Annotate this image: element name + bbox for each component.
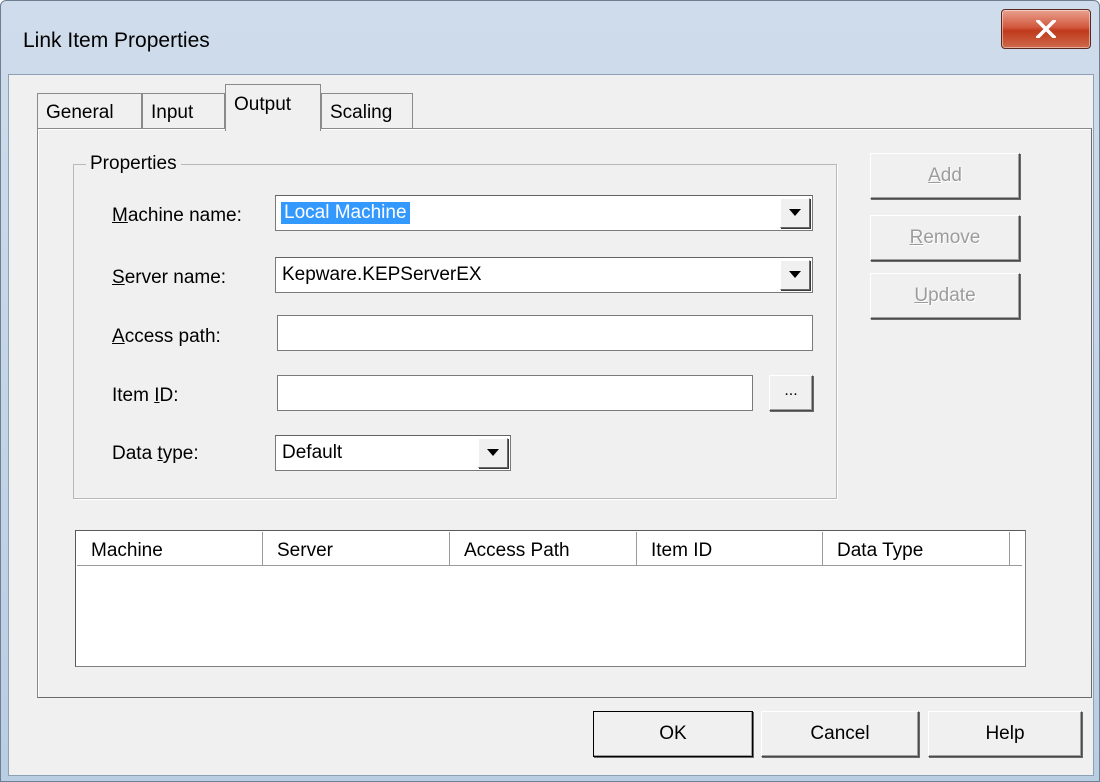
chevron-down-icon <box>789 271 801 278</box>
machine-name-value: Local Machine <box>281 202 410 224</box>
machine-name-label: Machine name: <box>112 205 242 227</box>
data-type-label-pre: Data <box>112 443 158 464</box>
item-id-browse-button[interactable]: ... <box>769 375 813 411</box>
column-data-type-label: Data Type <box>837 540 924 561</box>
access-path-input[interactable] <box>277 315 813 351</box>
tab-output-label: Output <box>234 94 292 115</box>
help-label: Help <box>985 723 1025 744</box>
item-id-label-rest: D: <box>159 385 179 406</box>
access-path-label: Access path: <box>112 326 221 348</box>
column-header-item-id[interactable]: Item ID <box>637 532 823 566</box>
server-name-value: Kepware.KEPServerEX <box>282 264 482 285</box>
column-access-path-label: Access Path <box>464 540 570 561</box>
access-path-label-rest: ccess path: <box>124 326 221 347</box>
machine-name-combo[interactable]: Local Machine <box>275 195 813 231</box>
item-id-label: Item ID: <box>112 385 179 407</box>
server-name-label: Server name: <box>112 267 226 289</box>
data-type-dropdown-button[interactable] <box>478 438 508 468</box>
tab-general[interactable]: General <box>37 93 142 129</box>
column-header-filler <box>1010 532 1022 566</box>
tab-input-label: Input <box>151 102 194 123</box>
chevron-down-icon <box>789 209 801 216</box>
item-id-browse-label: ... <box>784 382 798 400</box>
data-type-value: Default <box>282 442 343 463</box>
remove-button[interactable]: Remove <box>870 215 1020 261</box>
chevron-down-icon <box>487 449 499 456</box>
cancel-button[interactable]: Cancel <box>761 711 919 757</box>
cancel-label: Cancel <box>810 723 870 744</box>
data-type-label-rest: ype: <box>162 443 199 464</box>
listview-header: Machine Server Access Path Item ID Data … <box>77 532 1022 568</box>
properties-group-label: Properties <box>86 153 181 175</box>
item-id-label-pre: Item <box>112 385 155 406</box>
machine-name-mnemonic: M <box>112 205 128 226</box>
column-header-access-path[interactable]: Access Path <box>450 532 637 566</box>
server-name-mnemonic: S <box>112 267 125 288</box>
items-listview[interactable]: Machine Server Access Path Item ID Data … <box>75 530 1026 667</box>
column-header-machine[interactable]: Machine <box>77 532 263 566</box>
tab-input[interactable]: Input <box>142 93 225 129</box>
tab-general-label: General <box>46 102 114 123</box>
add-label-rest: dd <box>940 165 962 186</box>
update-button[interactable]: Update <box>870 273 1020 319</box>
access-path-mnemonic: A <box>112 326 125 347</box>
column-machine-label: Machine <box>91 540 163 561</box>
tab-scaling[interactable]: Scaling <box>321 93 413 129</box>
tab-scaling-label: Scaling <box>330 102 393 123</box>
close-button[interactable] <box>1001 9 1091 49</box>
server-name-combo[interactable]: Kepware.KEPServerEX <box>275 257 813 293</box>
server-name-label-rest: erver name: <box>124 267 227 288</box>
update-mnemonic: U <box>914 285 929 306</box>
data-type-label: Data type: <box>112 443 199 465</box>
server-name-dropdown-button[interactable] <box>780 260 810 290</box>
ok-button[interactable]: OK <box>593 711 753 757</box>
add-button[interactable]: Add <box>870 153 1020 199</box>
machine-name-label-rest: achine name: <box>127 205 242 226</box>
data-type-combo[interactable]: Default <box>275 435 511 471</box>
item-id-input[interactable] <box>277 375 753 411</box>
help-button[interactable]: Help <box>928 711 1082 757</box>
ok-label: OK <box>659 723 687 744</box>
close-x-icon <box>1036 20 1056 38</box>
remove-mnemonic: R <box>909 227 924 248</box>
column-server-label: Server <box>277 540 333 561</box>
update-label-rest: pdate <box>928 285 976 306</box>
window-title: Link Item Properties <box>23 29 210 52</box>
column-header-server[interactable]: Server <box>263 532 450 566</box>
column-header-data-type[interactable]: Data Type <box>823 532 1010 566</box>
column-item-id-label: Item ID <box>651 540 713 561</box>
remove-label-rest: emove <box>923 227 981 248</box>
tab-output[interactable]: Output <box>225 84 321 131</box>
machine-name-dropdown-button[interactable] <box>780 198 810 228</box>
add-mnemonic: A <box>928 165 941 186</box>
